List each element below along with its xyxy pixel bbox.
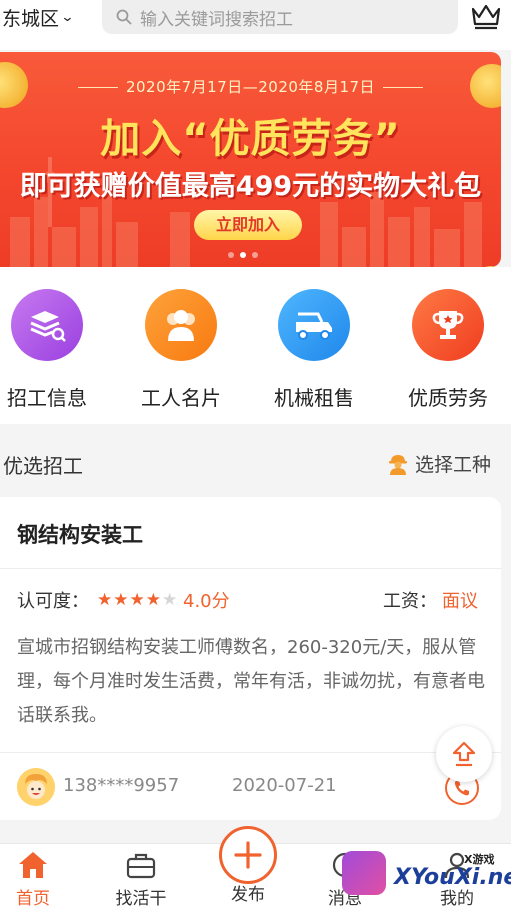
publish-label: 发布	[231, 885, 265, 905]
star-empty-icon: ★	[162, 590, 178, 610]
promo-banner[interactable]: 2020年7月17日—2020年8月17日 加入“优质劳务” 即可获赠价值最高4…	[0, 52, 501, 267]
site-watermark: X游戏 XYouXi.net	[342, 843, 511, 906]
category-label: 招工信息	[7, 386, 87, 410]
nav-label: 找活干	[115, 889, 167, 906]
divider	[0, 752, 501, 753]
rating-label: 认可度：	[17, 591, 89, 612]
arrow-up-icon	[452, 741, 476, 767]
star-filled-icon: ★	[113, 590, 129, 610]
chevron-down-icon: ⌄	[60, 10, 75, 25]
carousel-dot[interactable]	[228, 252, 234, 258]
carousel-dots	[228, 252, 258, 258]
rating-score: 4.0分	[183, 591, 230, 612]
stack-search-icon	[11, 289, 83, 361]
nav-find-work[interactable]: 找活干	[96, 848, 186, 906]
choose-trade-label: 选择工种	[415, 454, 492, 476]
search-icon	[116, 9, 132, 25]
join-now-button[interactable]: 立即加入	[194, 210, 302, 240]
city-label: 东城区	[2, 8, 60, 30]
category-worker-cards[interactable]: 工人名片	[126, 289, 236, 411]
carousel-dot[interactable]	[252, 252, 258, 258]
star-filled-icon: ★	[97, 590, 113, 610]
watermark-site: XYouXi.net	[394, 865, 511, 890]
rating-stars: ★ ★ ★ ★ ★	[97, 590, 177, 610]
carousel-dot-active[interactable]	[240, 252, 246, 258]
publish-button[interactable]	[219, 826, 277, 884]
category-label: 工人名片	[141, 386, 221, 410]
section-header: 优选招工 选择工种	[0, 440, 511, 484]
category-quality-labor[interactable]: 优质劳务	[393, 289, 503, 411]
wage-label: 工资：	[383, 591, 437, 612]
category-machinery[interactable]: 机械租售	[259, 289, 369, 411]
section-title: 优选招工	[3, 454, 83, 478]
crown-icon[interactable]	[470, 2, 502, 30]
crane-truck-icon	[278, 289, 350, 361]
divider	[0, 568, 501, 569]
nav-label: 首页	[16, 889, 50, 906]
avatar	[17, 768, 55, 806]
back-to-top-button[interactable]	[436, 726, 492, 782]
category-label: 优质劳务	[408, 386, 488, 410]
category-grid: 招工信息 工人名片 机械租售 优质劳务	[0, 267, 511, 424]
nav-home[interactable]: 首页	[0, 848, 78, 906]
choose-trade-button[interactable]: 选择工种	[387, 450, 491, 477]
job-description: 宣城市招钢结构安装工师傅数名，260-320元/天，服从管理，每个月准时发生活费…	[17, 637, 485, 726]
gamepad-logo-icon	[342, 851, 386, 895]
job-title: 钢结构安装工	[17, 523, 143, 547]
post-date: 2020-07-21	[232, 775, 337, 796]
search-bar[interactable]: 输入关键词搜索招工	[102, 0, 458, 34]
banner-date-range: 2020年7月17日—2020年8月17日	[0, 76, 501, 97]
search-placeholder: 输入关键词搜索招工	[140, 9, 293, 30]
worker-helmet-icon	[389, 454, 407, 475]
category-recruit-info[interactable]: 招工信息	[0, 289, 102, 411]
job-card[interactable]: 钢结构安装工 认可度： ★ ★ ★ ★ ★ 4.0分 工资： 面议 宣城市招钢结构安装工…	[0, 497, 501, 820]
home-icon	[19, 852, 47, 878]
banner-subline: 即可获赠价值最高499元的实物大礼包	[19, 171, 482, 202]
plus-icon	[234, 841, 262, 869]
contact-phone: 138****9957	[63, 775, 180, 796]
category-label: 机械租售	[274, 386, 354, 410]
star-filled-icon: ★	[129, 590, 145, 610]
briefcase-icon	[126, 853, 156, 879]
star-filled-icon: ★	[145, 590, 161, 610]
banner-headline: 加入“优质劳务”	[100, 116, 401, 162]
wage-value: 面议	[442, 591, 478, 612]
workers-icon	[145, 289, 217, 361]
trophy-icon	[412, 289, 484, 361]
top-bar: 东城区 ⌄ 输入关键词搜索招工	[0, 0, 511, 50]
city-selector[interactable]: 东城区 ⌄	[2, 4, 75, 31]
